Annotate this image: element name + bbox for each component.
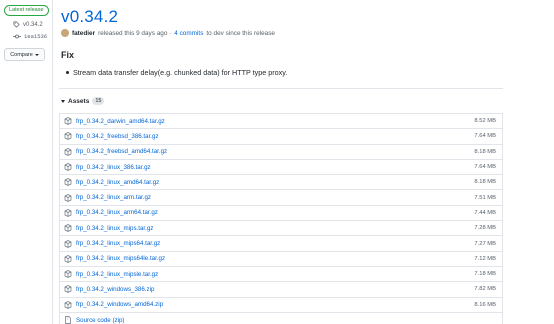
package-icon — [64, 132, 72, 141]
asset-size: 8.18 MB — [474, 148, 496, 155]
package-icon — [64, 209, 72, 217]
compare-label: Compare — [10, 51, 33, 58]
asset-size: 8.52 MB — [474, 118, 496, 125]
asset-link[interactable]: frp_0.34.2_darwin_amd64.tar.gz — [76, 118, 474, 125]
asset-size: 7.64 MB — [474, 133, 496, 140]
release-meta: fatedier released this 9 days ago · 4 co… — [61, 29, 275, 37]
assets-count-badge: 15 — [92, 97, 105, 105]
asset-size: 8.18 MB — [474, 179, 496, 186]
note-text: Stream data transfer delay(e.g. chunked … — [73, 68, 288, 77]
package-icon — [64, 163, 72, 171]
compare-button[interactable]: Compare — [4, 48, 45, 61]
asset-size: 7.51 MB — [474, 194, 496, 201]
table-row[interactable]: frp_0.34.2_linux_arm64.tar.gz 7.44 MB — [60, 206, 502, 222]
assets-toggle[interactable]: Assets 15 — [61, 97, 105, 105]
bullet-dot — [66, 71, 69, 74]
package-icon — [64, 300, 72, 309]
avatar[interactable] — [61, 29, 69, 37]
asset-list: frp_0.34.2_darwin_amd64.tar.gz 8.52 MB frp… — [59, 113, 503, 324]
asset-size: 8.16 MB — [474, 301, 496, 308]
file-zip-icon — [65, 316, 71, 324]
package-icon — [64, 270, 72, 279]
asset-size: 7.18 MB — [474, 271, 496, 278]
asset-link[interactable]: frp_0.34.2_freebsd_386.tar.gz — [76, 133, 474, 140]
tag-label: v0.34.2 — [23, 21, 43, 28]
section-divider — [59, 88, 503, 89]
asset-link[interactable]: frp_0.34.2_linux_mips64le.tar.gz — [76, 255, 474, 262]
package-icon — [64, 254, 72, 263]
asset-link[interactable]: frp_0.34.2_linux_mips64.tar.gz — [76, 240, 474, 247]
table-row[interactable]: frp_0.34.2_darwin_amd64.tar.gz 8.52 MB — [60, 114, 502, 130]
table-row[interactable]: frp_0.34.2_windows_amd64.zip 8.16 MB — [60, 298, 502, 313]
assets-label: Assets — [68, 97, 90, 105]
table-row[interactable]: frp_0.34.2_linux_amd64.tar.gz 8.18 MB — [60, 175, 502, 191]
tag-icon — [13, 21, 20, 28]
author-link[interactable]: fatedier — [72, 30, 95, 37]
asset-size: 7.27 MB — [474, 240, 496, 247]
commit-link[interactable]: 1ea1536 — [13, 33, 47, 40]
table-row[interactable]: frp_0.34.2_windows_386.zip 7.82 MB — [60, 282, 502, 298]
asset-link[interactable]: frp_0.34.2_linux_amd64.tar.gz — [76, 179, 474, 186]
asset-link[interactable]: frp_0.34.2_linux_mipsle.tar.gz — [76, 271, 474, 278]
list-item: Stream data transfer delay(e.g. chunked … — [66, 68, 287, 77]
package-icon — [64, 178, 72, 187]
package-icon — [64, 117, 72, 126]
commits-suffix: to dev since this release — [206, 29, 275, 37]
asset-size: 7.82 MB — [474, 286, 496, 293]
caret-down-icon — [34, 53, 39, 56]
triangle-down-icon — [61, 99, 65, 103]
asset-size: 7.28 MB — [474, 225, 496, 232]
asset-link[interactable]: frp_0.34.2_linux_arm.tar.gz — [76, 194, 474, 201]
asset-link[interactable]: frp_0.34.2_windows_386.zip — [76, 286, 474, 293]
package-icon — [64, 239, 72, 248]
table-row[interactable]: frp_0.34.2_linux_arm.tar.gz 7.51 MB — [60, 190, 502, 206]
package-icon — [64, 285, 72, 294]
asset-size: 7.64 MB — [474, 164, 496, 171]
tag-link[interactable]: v0.34.2 — [13, 21, 43, 28]
released-text: released this 9 days ago · — [98, 29, 172, 37]
asset-link[interactable]: frp_0.34.2_windows_amd64.zip — [76, 301, 474, 308]
table-row[interactable]: frp_0.34.2_linux_mips64.tar.gz 7.27 MB — [60, 236, 502, 252]
latest-release-badge: Latest release — [4, 5, 49, 16]
table-row[interactable]: frp_0.34.2_linux_mipsle.tar.gz 7.18 MB — [60, 267, 502, 283]
asset-link[interactable]: frp_0.34.2_linux_386.tar.gz — [76, 164, 474, 171]
package-icon — [64, 224, 72, 233]
table-row[interactable]: frp_0.34.2_linux_mips64le.tar.gz 7.12 MB — [60, 252, 502, 267]
asset-size: 7.12 MB — [474, 255, 496, 262]
table-row[interactable]: frp_0.34.2_linux_mips.tar.gz 7.28 MB — [60, 221, 502, 237]
asset-link[interactable]: frp_0.34.2_freebsd_amd64.tar.gz — [76, 148, 474, 155]
commit-sha: 1ea1536 — [24, 33, 48, 40]
asset-link[interactable]: frp_0.34.2_linux_mips.tar.gz — [76, 225, 474, 232]
table-row[interactable]: Source code (zip) — [60, 313, 502, 324]
table-row[interactable]: frp_0.34.2_freebsd_amd64.tar.gz 8.18 MB — [60, 145, 502, 160]
package-icon — [64, 193, 72, 202]
package-icon — [64, 147, 72, 156]
git-commit-icon — [13, 34, 21, 39]
release-title[interactable]: v0.34.2 — [61, 7, 118, 27]
asset-size: 7.44 MB — [474, 209, 496, 216]
notes-heading: Fix — [61, 50, 75, 60]
source-code-link[interactable]: Source code (zip) — [76, 317, 125, 324]
sidebar-divider — [52, 0, 53, 324]
table-row[interactable]: frp_0.34.2_linux_386.tar.gz 7.64 MB — [60, 160, 502, 176]
table-row[interactable]: frp_0.34.2_freebsd_386.tar.gz 7.64 MB — [60, 129, 502, 145]
asset-link[interactable]: frp_0.34.2_linux_arm64.tar.gz — [76, 209, 474, 216]
commits-link[interactable]: 4 commits — [174, 30, 203, 37]
